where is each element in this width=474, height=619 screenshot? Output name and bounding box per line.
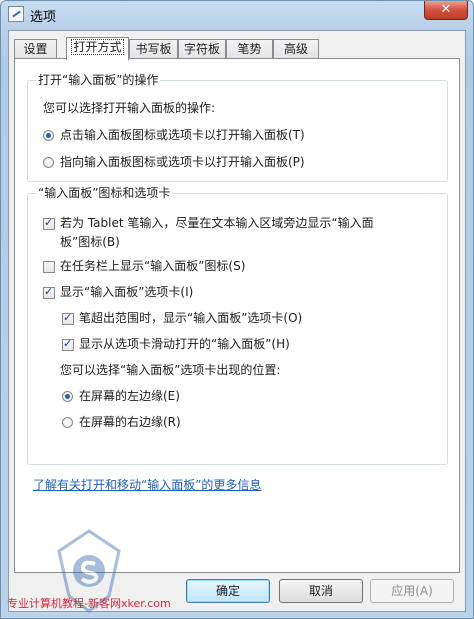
icon-tab-group: “输入面板”图标和选项卡 若为 Tablet 笔输入，尽量在文本输入区域旁边显示… xyxy=(27,186,448,465)
checkbox-show-tab[interactable] xyxy=(43,285,55,299)
radio-right-edge[interactable] xyxy=(62,417,73,428)
checkbox-tablet-icon-label-line2[interactable]: 板”图标(B) xyxy=(60,234,120,250)
close-button[interactable]: ✕ xyxy=(424,1,468,20)
checkbox-taskbar-icon[interactable] xyxy=(43,261,55,273)
open-action-group-title: 打开“输入面板”的操作 xyxy=(36,73,161,87)
radio-hover-to-open[interactable] xyxy=(43,157,54,168)
ok-button[interactable]: 确定 xyxy=(186,579,270,603)
checkbox-tablet-icon[interactable] xyxy=(43,216,55,230)
radio-click-to-open[interactable] xyxy=(43,130,54,141)
title-bar[interactable]: 选项 ✕ xyxy=(1,1,473,29)
window-title: 选项 xyxy=(30,10,57,25)
checkbox-pen-out-of-range[interactable] xyxy=(62,311,74,325)
checkbox-taskbar-icon-label[interactable]: 在任务栏上显示“输入面板”图标(S) xyxy=(60,258,245,274)
open-action-group: 打开“输入面板”的操作 您可以选择打开输入面板的操作: 点击输入面板图标或选项卡… xyxy=(27,73,448,182)
app-icon xyxy=(8,6,24,22)
more-info-link[interactable]: 了解有关打开和移动“输入面板”的更多信息 xyxy=(33,476,261,493)
tab-advanced[interactable]: 高级 xyxy=(273,39,319,59)
checkbox-pen-out-of-range-label[interactable]: 笔超出范围时，显示“输入面板”选项卡(O) xyxy=(79,310,302,326)
options-window: 选项 ✕ 设置 打开方式 书写板 字符板 笔势 高级 打开“输入面板”的操作 您… xyxy=(0,0,474,619)
tab-character-pad[interactable]: 字符板 xyxy=(178,39,226,59)
tab-panel: 打开“输入面板”的操作 您可以选择打开输入面板的操作: 点击输入面板图标或选项卡… xyxy=(14,58,460,573)
radio-click-to-open-label[interactable]: 点击输入面板图标或选项卡以打开输入面板(T) xyxy=(60,127,305,143)
checkbox-show-tab-label[interactable]: 显示“输入面板”选项卡(I) xyxy=(60,284,193,300)
tab-open-method[interactable]: 打开方式 xyxy=(66,37,129,60)
tab-settings[interactable]: 设置 xyxy=(14,39,57,59)
radio-right-edge-label[interactable]: 在屏幕的右边缘(R) xyxy=(79,414,181,430)
radio-left-edge[interactable] xyxy=(62,391,73,402)
checkbox-slide-open[interactable] xyxy=(62,337,74,351)
icon-tab-group-title: “输入面板”图标和选项卡 xyxy=(36,186,173,200)
checkbox-tablet-icon-label-line1[interactable]: 若为 Tablet 笔输入，尽量在文本输入区域旁边显示“输入面 xyxy=(60,215,374,231)
checkbox-slide-open-label[interactable]: 显示从选项卡滑动打开的“输入面板”(H) xyxy=(79,336,290,352)
tab-gestures[interactable]: 笔势 xyxy=(226,39,273,59)
watermark-text: 专业计算机教程-新客网xker.com xyxy=(7,597,171,610)
dialog-client: 设置 打开方式 书写板 字符板 笔势 高级 打开“输入面板”的操作 您可以选择打… xyxy=(8,30,466,613)
radio-hover-to-open-label[interactable]: 指向输入面板图标或选项卡以打开输入面板(P) xyxy=(60,154,305,170)
radio-left-edge-label[interactable]: 在屏幕的左边缘(E) xyxy=(79,388,180,404)
tab-writing-pad[interactable]: 书写板 xyxy=(129,39,178,59)
apply-button[interactable]: 应用(A) xyxy=(370,579,454,603)
open-action-description: 您可以选择打开输入面板的操作: xyxy=(43,101,216,115)
cancel-button[interactable]: 取消 xyxy=(279,579,363,603)
tab-position-prompt: 您可以选择“输入面板”选项卡出现的位置: xyxy=(60,363,281,377)
